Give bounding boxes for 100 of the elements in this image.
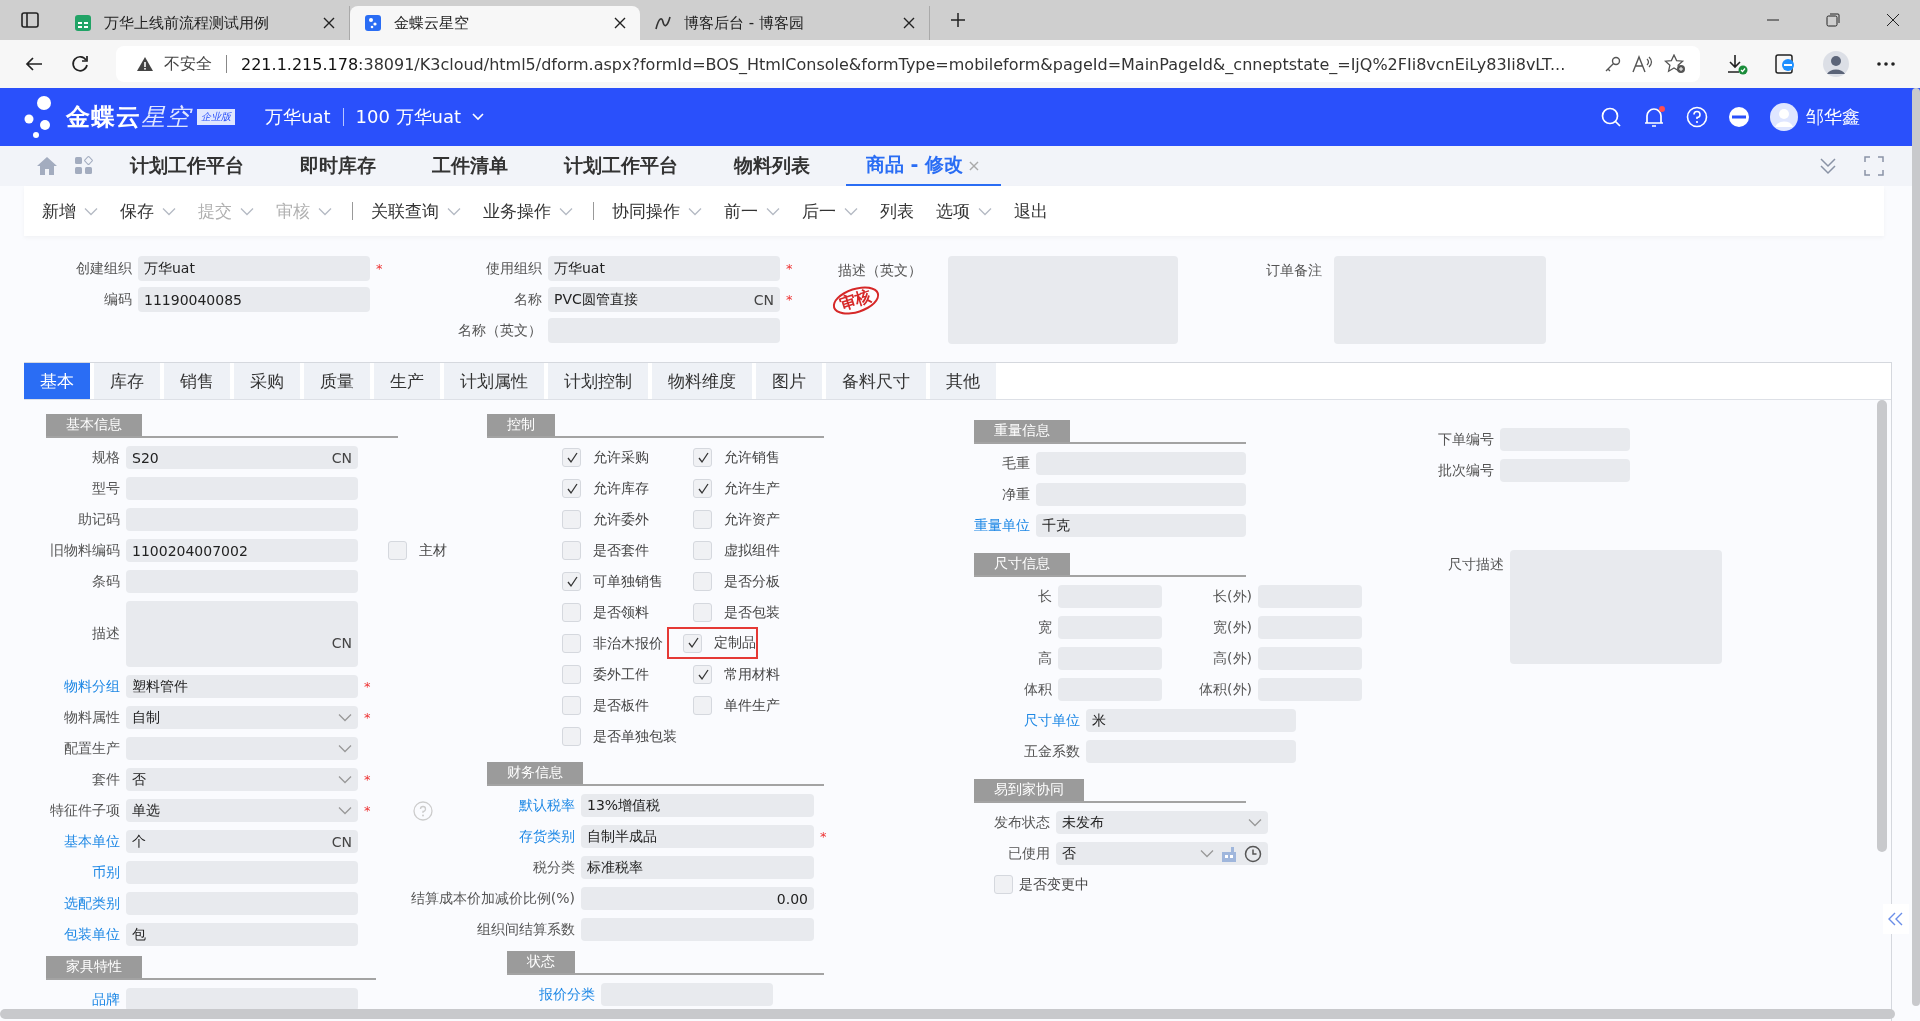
checkbox[interactable] bbox=[683, 633, 702, 653]
checkbox[interactable] bbox=[693, 510, 712, 529]
scrollbar[interactable] bbox=[0, 1009, 1895, 1019]
input-field[interactable]: 万华uat bbox=[548, 256, 780, 281]
field-link[interactable]: 重量单位 bbox=[974, 516, 1036, 535]
toolbar-button[interactable]: 前一 bbox=[722, 199, 792, 223]
scrollbar[interactable] bbox=[1912, 88, 1920, 1006]
text-area[interactable]: CN bbox=[126, 601, 358, 667]
search-icon[interactable] bbox=[1600, 106, 1622, 128]
field-link[interactable]: 尺寸单位 bbox=[974, 711, 1086, 730]
toolbar-button[interactable]: 选项 bbox=[934, 199, 1004, 223]
form-tab[interactable]: 备料尺寸 bbox=[826, 363, 926, 399]
checkbox[interactable] bbox=[388, 541, 407, 560]
select-field[interactable]: 否 bbox=[126, 768, 358, 791]
form-tab[interactable]: 其他 bbox=[930, 363, 996, 399]
form-tab[interactable]: 采购 bbox=[234, 363, 300, 399]
download-icon[interactable] bbox=[1726, 53, 1748, 75]
restore-icon[interactable] bbox=[1826, 13, 1840, 27]
input-field[interactable]: 塑料管件 bbox=[126, 675, 358, 698]
field-link[interactable]: 默认税率 bbox=[404, 796, 581, 815]
checkbox[interactable] bbox=[693, 479, 712, 498]
checkbox[interactable] bbox=[693, 572, 712, 591]
checkbox[interactable] bbox=[693, 448, 712, 467]
bell-icon[interactable] bbox=[1642, 105, 1666, 129]
close-icon[interactable] bbox=[323, 17, 335, 29]
checkbox[interactable] bbox=[562, 634, 581, 653]
checkbox[interactable] bbox=[562, 510, 581, 529]
input-field[interactable]: 标准税率 bbox=[581, 856, 814, 879]
close-icon[interactable] bbox=[614, 17, 626, 29]
double-chevron-down-icon[interactable] bbox=[1818, 156, 1838, 176]
toolbar-button[interactable]: 协同操作 bbox=[610, 199, 714, 223]
form-tab[interactable]: 生产 bbox=[374, 363, 440, 399]
form-tab[interactable]: 物料维度 bbox=[652, 363, 752, 399]
input-field[interactable]: 1100204007002 bbox=[126, 539, 358, 562]
field-link[interactable]: 存货类别 bbox=[404, 827, 581, 846]
select-field[interactable]: 单选 bbox=[126, 799, 358, 822]
page-tab[interactable]: 工件清单 bbox=[412, 146, 528, 186]
apps-icon[interactable] bbox=[74, 156, 94, 176]
field-link[interactable]: 品牌 bbox=[30, 990, 126, 1009]
tab-actions-icon[interactable] bbox=[20, 10, 40, 30]
checkbox[interactable] bbox=[562, 665, 581, 684]
toolbar-button[interactable]: 新增 bbox=[40, 199, 110, 223]
form-tab[interactable]: 基本 bbox=[24, 363, 90, 399]
refresh-icon[interactable] bbox=[70, 54, 90, 74]
select-field[interactable]: 未发布 bbox=[1056, 811, 1268, 834]
checkbox[interactable] bbox=[562, 696, 581, 715]
calendar-icon[interactable] bbox=[1220, 845, 1238, 862]
input-field[interactable]: 米 bbox=[1086, 709, 1296, 732]
form-tab[interactable]: 库存 bbox=[94, 363, 160, 399]
close-icon[interactable] bbox=[1886, 13, 1900, 27]
input-field[interactable] bbox=[126, 988, 358, 1011]
input-field[interactable]: 自制半成品 bbox=[581, 825, 814, 848]
select-field[interactable] bbox=[126, 737, 358, 760]
form-tab[interactable]: 销售 bbox=[164, 363, 230, 399]
favorite-add-icon[interactable] bbox=[1664, 54, 1686, 74]
field-link[interactable]: 币别 bbox=[30, 863, 126, 882]
form-tab[interactable]: 质量 bbox=[304, 363, 370, 399]
input-field[interactable]: S20 CN bbox=[126, 446, 358, 469]
key-icon[interactable] bbox=[1604, 55, 1622, 73]
close-icon[interactable] bbox=[903, 17, 915, 29]
input-field[interactable]: 个 CN bbox=[126, 830, 358, 853]
input-field[interactable]: 万华uat bbox=[138, 256, 370, 281]
field-link[interactable]: 选配类别 bbox=[30, 894, 126, 913]
new-tab-icon[interactable] bbox=[950, 12, 966, 28]
field-link[interactable]: 基本单位 bbox=[30, 832, 126, 851]
browser-logo-icon[interactable] bbox=[1774, 53, 1796, 75]
toolbar-button[interactable]: 退出 bbox=[1012, 199, 1060, 223]
checkbox[interactable] bbox=[693, 603, 712, 622]
field-link[interactable]: 报价分类 bbox=[404, 985, 601, 1004]
form-tab[interactable]: 计划控制 bbox=[548, 363, 648, 399]
input-field[interactable]: 13%增值税 bbox=[581, 794, 814, 817]
checkbox[interactable] bbox=[562, 448, 581, 467]
toolbar-button[interactable]: 业务操作 bbox=[481, 199, 585, 223]
input-field[interactable]: PVC圆管直接 CN bbox=[548, 287, 780, 312]
address-field[interactable]: 不安全 221.1.215.178:38091/K3cloud/html5/dform.aspx?formId=BOS_HtmlConsole&formType=mobileform&pageId=MainPageId&_cnneptstate_=IjQ%2FIi8vcnEiLy83Ii8vLT... bbox=[116, 46, 1700, 82]
home-icon[interactable] bbox=[36, 156, 58, 176]
checkbox[interactable] bbox=[562, 479, 581, 498]
page-tab[interactable]: 物料列表 bbox=[714, 146, 830, 186]
scrollbar[interactable] bbox=[1877, 400, 1887, 852]
select-field[interactable]: 自制 bbox=[126, 706, 358, 729]
field-link[interactable]: 物料分组 bbox=[30, 677, 126, 696]
clock-icon[interactable] bbox=[1244, 844, 1262, 863]
checkbox[interactable] bbox=[562, 603, 581, 622]
checkbox[interactable] bbox=[693, 665, 712, 684]
select-field[interactable]: 否 bbox=[1056, 842, 1268, 865]
input-field[interactable]: 千克 bbox=[1036, 514, 1246, 537]
checkbox[interactable] bbox=[562, 541, 581, 560]
fullscreen-icon[interactable] bbox=[1864, 156, 1884, 176]
input-field[interactable]: 11190040085 bbox=[138, 287, 370, 312]
minus-circle-icon[interactable] bbox=[1728, 106, 1750, 128]
toolbar-button[interactable]: 列表 bbox=[878, 199, 926, 223]
page-tab[interactable]: 计划工作平台 bbox=[544, 146, 698, 186]
avatar-icon[interactable] bbox=[1822, 50, 1850, 78]
input-field[interactable]: 包 bbox=[126, 923, 358, 946]
browser-tab[interactable]: 金蝶云星空 bbox=[350, 6, 640, 40]
form-tab[interactable]: 计划属性 bbox=[444, 363, 544, 399]
checkbox[interactable] bbox=[994, 875, 1013, 894]
user-avatar-icon[interactable] bbox=[1770, 103, 1798, 131]
field-link[interactable]: 包装单位 bbox=[30, 925, 126, 944]
user-name[interactable]: 邹华鑫 bbox=[1806, 105, 1860, 129]
